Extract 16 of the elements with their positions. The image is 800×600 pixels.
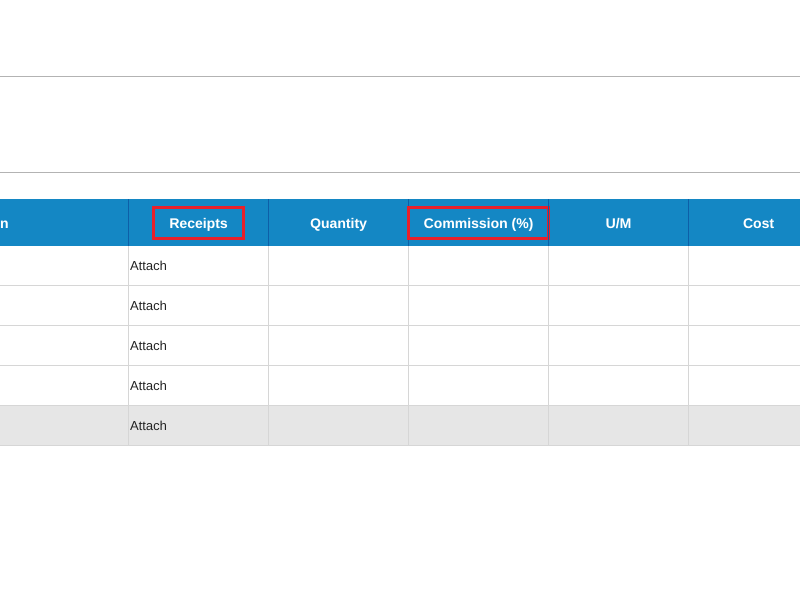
table-row[interactable]: Attach [0,366,800,406]
column-header: Commission (%) [406,206,550,240]
table-row[interactable]: Attach [0,286,800,326]
column-header: Cost [742,214,776,232]
column-header: U/M [604,214,632,232]
attach-link[interactable]: Attach [129,338,167,353]
attach-link[interactable]: Attach [129,418,167,433]
column-header: n [0,214,10,232]
attach-link[interactable]: Attach [129,298,167,313]
attach-link[interactable]: Attach [129,378,167,393]
column-header: Quantity [309,214,368,233]
table-row[interactable]: Attach [0,406,800,446]
table-row[interactable]: Attach [0,246,800,286]
attach-link[interactable]: Attach [129,258,167,273]
table-row[interactable]: Attach [0,326,800,366]
column-header: Receipts [152,206,245,240]
